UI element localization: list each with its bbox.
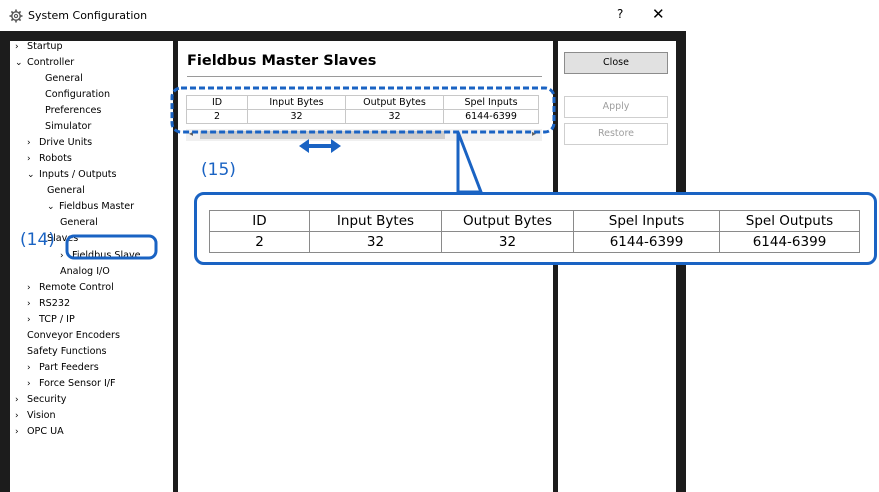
table-row: 2 32 32 6144-6399 6144-6399 (209, 231, 860, 253)
zoom-header-output-bytes: Output Bytes (441, 210, 574, 232)
double-arrow-icon (299, 139, 341, 153)
zoom-header-row: ID Input Bytes Output Bytes Spel Inputs … (209, 210, 860, 232)
slaves-highlight-box (65, 234, 158, 260)
zoom-cell-input-bytes: 32 (309, 231, 442, 253)
zoomed-grid-callout: ID Input Bytes Output Bytes Spel Inputs … (194, 192, 877, 265)
zoom-cell-id: 2 (209, 231, 310, 253)
zoom-cell-output-bytes: 32 (441, 231, 574, 253)
zoom-cell-spel-outputs: 6144-6399 (719, 231, 860, 253)
zoom-cell-spel-inputs: 6144-6399 (573, 231, 720, 253)
zoomed-slaves-grid: ID Input Bytes Output Bytes Spel Inputs … (209, 210, 860, 253)
zoom-header-spel-inputs: Spel Inputs (573, 210, 720, 232)
callout-label-15: (15) (201, 160, 236, 180)
zoom-header-id: ID (209, 210, 310, 232)
callout-pointer (456, 131, 484, 194)
zoom-header-spel-outputs: Spel Outputs (719, 210, 860, 232)
zoom-header-input-bytes: Input Bytes (309, 210, 442, 232)
dashed-highlight-box (170, 86, 556, 134)
callout-label-14: (14) (20, 230, 55, 250)
